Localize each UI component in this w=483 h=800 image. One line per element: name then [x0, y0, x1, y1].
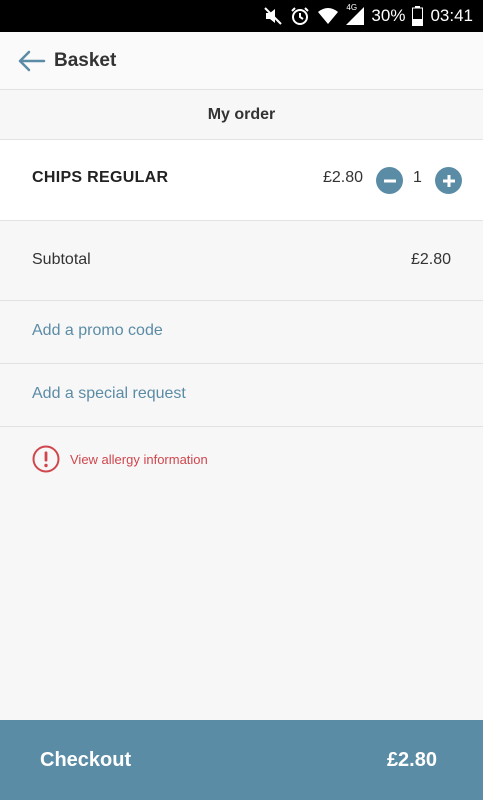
- quantity-value: 1: [413, 169, 422, 186]
- subtotal-row: Subtotal £2.80: [0, 221, 483, 301]
- network-type: 4G: [346, 3, 358, 12]
- checkout-label: Checkout: [40, 748, 132, 771]
- clock: 03:41: [430, 6, 473, 25]
- back-button[interactable]: [8, 37, 56, 85]
- special-request-label: Add a special request: [32, 385, 186, 402]
- alarm-icon: [290, 6, 310, 26]
- status-bar: 4G 30% 03:41: [0, 0, 483, 32]
- subtotal-value: £2.80: [410, 251, 451, 268]
- app-bar: Basket: [0, 32, 483, 90]
- battery-percent: 30%: [371, 6, 406, 25]
- wifi-icon: [317, 7, 339, 25]
- battery-icon: [412, 6, 424, 26]
- promo-code-link[interactable]: Add a promo code: [0, 301, 483, 364]
- mute-icon: [263, 6, 283, 26]
- allergy-info-link[interactable]: View allergy information: [32, 444, 208, 474]
- order-item-row: CHIPS REGULAR £2.80 1: [0, 140, 483, 221]
- decrease-quantity-button[interactable]: [376, 167, 403, 194]
- subtotal-label: Subtotal: [32, 251, 91, 268]
- cell-signal-icon: 4G: [346, 3, 365, 25]
- alert-circle-icon: [32, 445, 60, 473]
- item-price: £2.80: [323, 169, 364, 186]
- arrow-left-icon: [18, 50, 46, 71]
- minus-icon: [383, 179, 396, 182]
- checkout-total: £2.80: [386, 748, 437, 771]
- checkout-button[interactable]: Checkout £2.80: [0, 720, 483, 800]
- special-request-link[interactable]: Add a special request: [0, 364, 483, 427]
- promo-code-label: Add a promo code: [32, 322, 163, 339]
- increase-quantity-button[interactable]: [435, 167, 462, 194]
- section-header: My order: [0, 90, 483, 140]
- section-title: My order: [207, 105, 276, 123]
- allergy-info-label: View allergy information: [70, 451, 208, 467]
- plus-icon: [442, 174, 455, 187]
- page-title: Basket: [54, 49, 117, 71]
- item-name: CHIPS REGULAR: [32, 169, 169, 186]
